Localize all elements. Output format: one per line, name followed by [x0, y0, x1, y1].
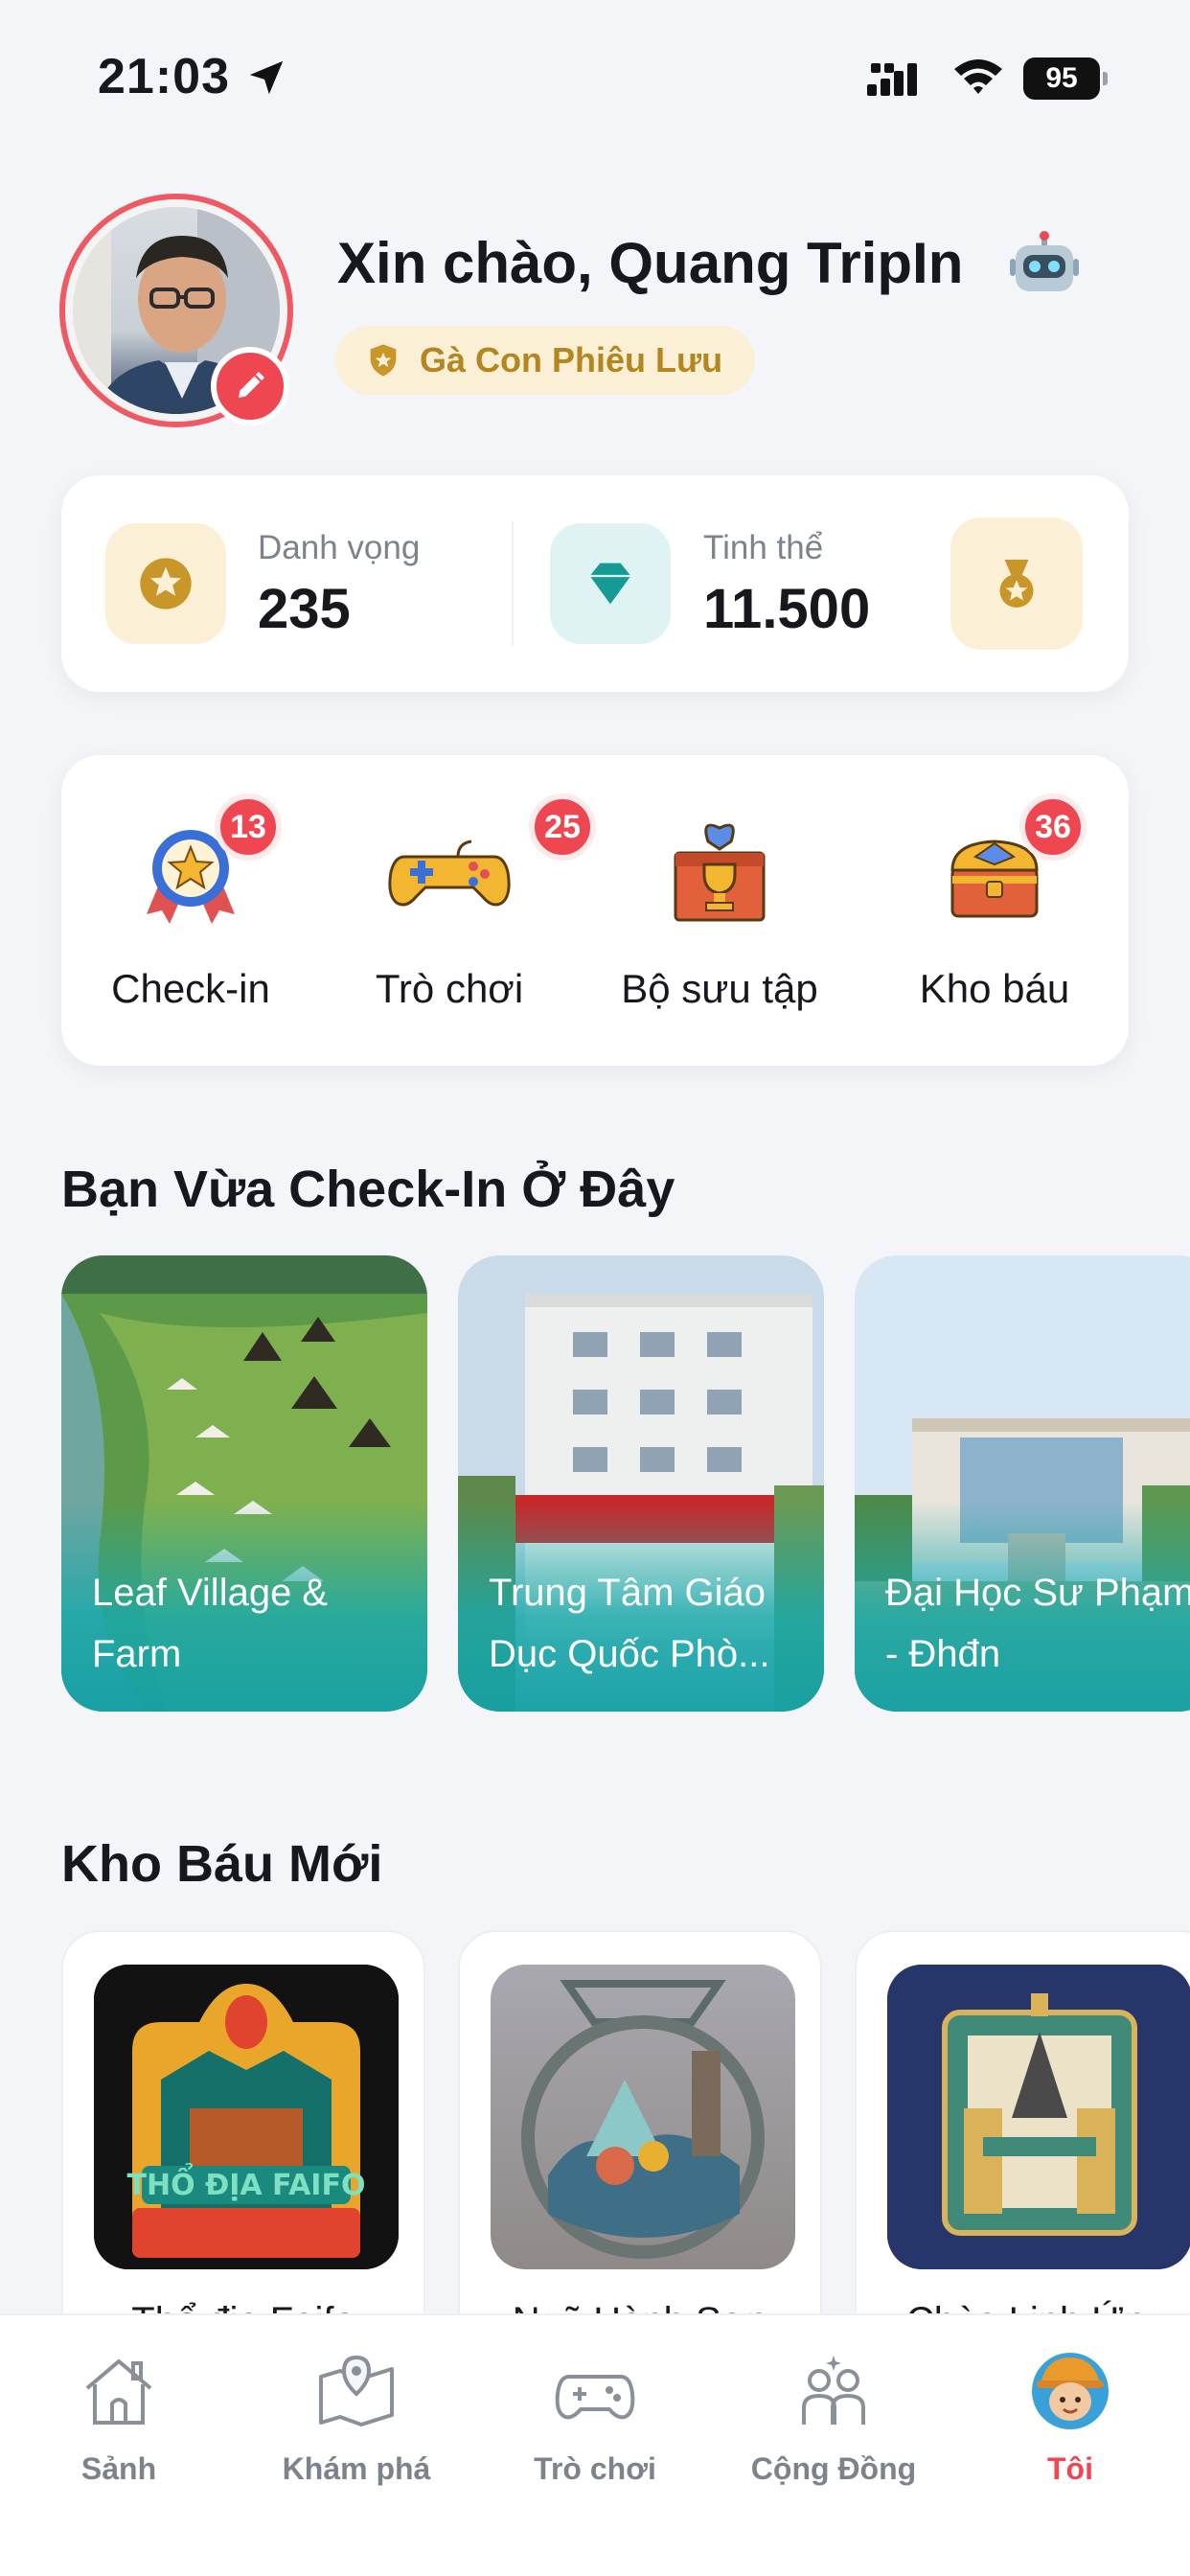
status-time: 21:03 — [98, 49, 230, 104]
battery-level: 95 — [1023, 58, 1100, 100]
tab-community-label: Cộng Đồng — [750, 2451, 917, 2486]
wifi-icon — [954, 59, 1002, 94]
greeting-text: Xin chào, Quang TripIn — [337, 231, 964, 295]
action-collection[interactable]: Bộ sưu tập — [579, 755, 860, 1066]
treasure-section-title: Kho Báu Mới — [61, 1835, 383, 1893]
checkin-section-title: Bạn Vừa Check-In Ở Đây — [61, 1161, 675, 1218]
checkin-place-name: Đại Học Sư Phạm - Đhđn — [885, 1572, 1190, 1675]
checkin-place-name: Trung Tâm Giáo Dục Quốc Phò... — [489, 1572, 770, 1675]
treasure-image-linh-ung-pagoda — [887, 1965, 1190, 2269]
medal-button[interactable] — [950, 518, 1083, 650]
medal-icon — [999, 560, 1034, 608]
treasure-count-badge: 36 — [1019, 794, 1087, 861]
stats-divider — [512, 521, 514, 646]
stat-fame-label: Danh vọng — [258, 529, 421, 566]
diamond-icon — [550, 523, 671, 644]
location-arrow-icon — [249, 60, 284, 95]
check-in-count-badge: 13 — [215, 794, 282, 861]
edit-profile-button[interactable] — [211, 347, 289, 426]
action-games[interactable]: 25 Trò chơi — [320, 755, 596, 1066]
stats-card: Danh vọng 235 Tinh thể 11.500 — [61, 475, 1129, 692]
tab-lobby[interactable]: Sảnh — [13, 2348, 224, 2501]
avatar-icon — [1032, 2353, 1109, 2429]
treasure-image-marble-mountains — [491, 1965, 795, 2269]
tab-me[interactable]: Tôi — [965, 2348, 1176, 2501]
checkin-card[interactable]: Đại Học Sư Phạm - Đhđn — [855, 1255, 1190, 1712]
checkin-card[interactable]: Leaf Village & Farm — [61, 1255, 427, 1712]
action-treasure-label: Kho báu — [919, 966, 1070, 1011]
stat-crystal-value: 11.500 — [703, 578, 871, 640]
tab-me-label: Tôi — [1047, 2451, 1093, 2486]
status-bar: 21:03 95 — [0, 0, 1190, 134]
tab-community[interactable]: Cộng Đồng — [728, 2348, 939, 2501]
stat-fame-value: 235 — [258, 578, 351, 640]
checkin-place-name: Leaf Village & Farm — [92, 1572, 329, 1675]
action-collection-label: Bộ sưu tập — [621, 966, 818, 1011]
tab-explore-label: Khám phá — [282, 2451, 431, 2486]
svg-text:THỔ ĐỊA FAIFO: THỔ ĐỊA FAIFO — [127, 2162, 366, 2202]
gamepad-icon — [388, 840, 511, 907]
rank-badge[interactable]: Gà Con Phiêu Lưu — [335, 326, 756, 395]
robot-emoji-icon — [1010, 231, 1079, 291]
home-icon — [85, 2359, 152, 2425]
star-icon — [105, 523, 226, 644]
rank-label: Gà Con Phiêu Lưu — [420, 340, 723, 380]
quick-actions-card: 13 Check-in 25 Trò chơi Bộ sưu tập 36 Kh… — [61, 755, 1129, 1066]
checkin-card[interactable]: Trung Tâm Giáo Dục Quốc Phò... — [458, 1255, 824, 1712]
action-check-in[interactable]: 13 Check-in — [61, 755, 320, 1066]
action-games-label: Trò chơi — [375, 966, 524, 1011]
stat-crystal-label: Tinh thể — [703, 529, 824, 566]
treasure-image-faifo: THỔ ĐỊA FAIFO — [94, 1965, 399, 2269]
tab-lobby-label: Sảnh — [80, 2451, 157, 2486]
bottom-tab-bar: Sảnh Khám phá Trò chơi Cộng Đồng Tôi — [0, 2313, 1190, 2576]
cellular-signal-icon — [867, 63, 917, 96]
tab-games-label: Trò chơi — [534, 2451, 656, 2486]
tab-explore[interactable]: Khám phá — [251, 2348, 462, 2501]
community-icon — [802, 2356, 865, 2425]
profile-avatar[interactable] — [59, 194, 293, 427]
pencil-icon — [239, 372, 264, 398]
action-check-in-label: Check-in — [111, 966, 270, 1011]
gamepad-icon — [555, 2375, 635, 2420]
tab-games[interactable]: Trò chơi — [490, 2348, 700, 2501]
battery-icon: 95 — [1023, 58, 1108, 100]
action-treasure[interactable]: 36 Kho báu — [860, 755, 1129, 1066]
map-icon — [319, 2355, 394, 2426]
shield-star-icon — [370, 344, 397, 377]
trophy-box-icon — [674, 823, 766, 922]
